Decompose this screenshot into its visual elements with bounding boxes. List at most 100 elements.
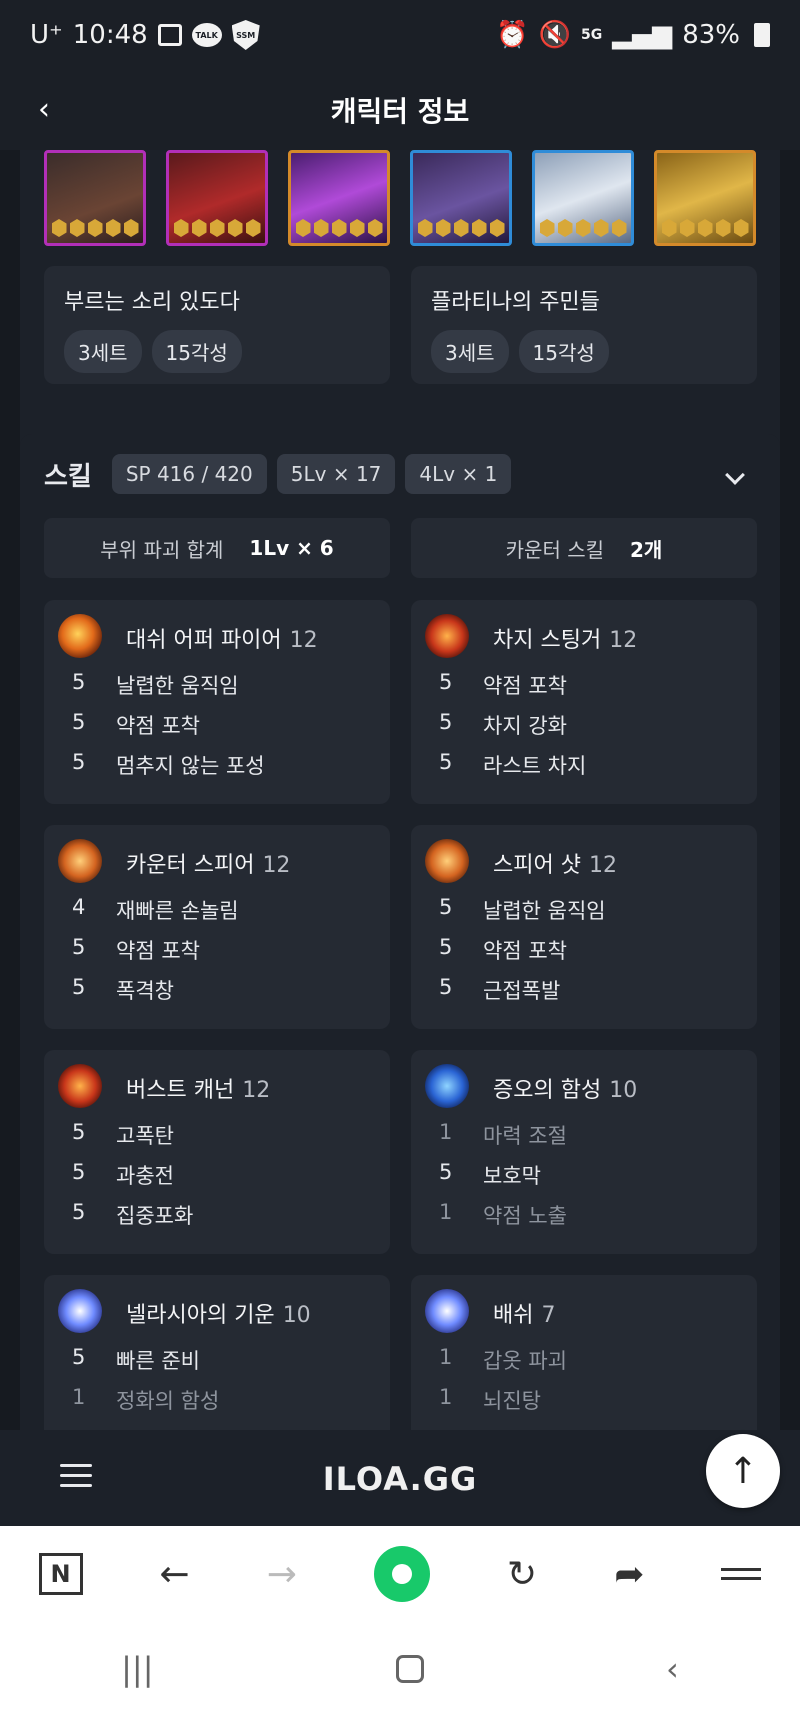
tripod-level: 5 [439, 750, 453, 774]
skill-item[interactable]: 차지 스팅거 12 5 약점 포착 5 차지 강화 5 라스트 차지 [411, 600, 757, 804]
home-icon[interactable] [395, 1655, 424, 1683]
tripod-level: 5 [439, 710, 453, 734]
set-count-chip: 3세트 [64, 330, 142, 373]
tripod-level: 1 [439, 1200, 453, 1224]
tripod-name: 날렵한 움직임 [483, 899, 606, 923]
gem-icon[interactable] [532, 150, 634, 246]
skill-item[interactable]: 대쉬 어퍼 파이어 12 5 날렵한 움직임 5 약점 포착 5 멈추지 않는 포성 [44, 600, 390, 804]
set-effect-box: 플라티나의 주민들 3세트 15각성 [411, 266, 757, 384]
skill-section-title: 스킬 [44, 461, 92, 492]
skill-level: 10 [282, 1303, 311, 1328]
tripod-level: 5 [439, 670, 453, 694]
arrow-up-icon[interactable]: ↑ [706, 1434, 780, 1508]
charge-stinger-icon [425, 614, 469, 658]
tripod-name: 재빠른 손놀림 [116, 899, 239, 923]
burst-cannon-icon [58, 1064, 102, 1108]
recent-apps-icon[interactable]: ||| [121, 1650, 153, 1688]
part-break-summary: 부위 파괴 합계 1Lv × 6 [44, 518, 390, 578]
gem-icon[interactable] [410, 150, 512, 246]
ssm-shield-icon: SSM [231, 20, 260, 50]
skill-item[interactable]: 버스트 캐넌 12 5 고폭탄 5 과충전 5 집중포화 [44, 1050, 390, 1254]
gem-icon[interactable] [654, 150, 756, 246]
tripod-name: 약점 포착 [116, 939, 200, 963]
menu-icon[interactable] [721, 1562, 762, 1586]
tripod-level: 5 [72, 1160, 86, 1184]
naver-n-icon[interactable]: N [38, 1553, 83, 1595]
tripod-level: 1 [72, 1385, 86, 1409]
skill-name: 증오의 함성 [493, 1078, 602, 1103]
skill-name: 넬라시아의 기운 [126, 1303, 275, 1328]
tripod-name: 약점 포착 [116, 714, 200, 738]
summary-label: 부위 파괴 합계 [100, 537, 224, 562]
signal-icon: ▂▄▆ [612, 20, 673, 50]
main-content[interactable]: 부르는 소리 있도다 3세트 15각성 플라티나의 주민들 3세트 15각성 스… [0, 150, 800, 1430]
tripod-level: 5 [439, 975, 453, 999]
tripod-level: 1 [439, 1120, 453, 1144]
carrier-label: U⁺ [30, 20, 63, 50]
skill-item[interactable]: 넬라시아의 기운 10 5 빠른 준비 1 정화의 함성 [44, 1275, 390, 1430]
battery-icon [754, 23, 770, 47]
gem-icon[interactable] [288, 150, 390, 246]
skill-item[interactable]: 배쉬 7 1 갑옷 파괴 1 뇌진탕 [411, 1275, 757, 1430]
set-effect-box: 부르는 소리 있도다 3세트 15각성 [44, 266, 390, 384]
skill-name: 대쉬 어퍼 파이어 [126, 628, 282, 653]
chevron-left-icon[interactable]: ‹ [38, 92, 50, 127]
tripod-level: 5 [72, 710, 86, 734]
status-bar: U⁺ 10:48 TALK SSM ⏰ 🔇 5G ▂▄▆ 83% [0, 0, 800, 70]
tripod-name: 약점 노출 [483, 1204, 567, 1228]
skill-name: 스피어 샷 [493, 853, 581, 878]
skill-item[interactable]: 카운터 스피어 12 4 재빠른 손놀림 5 약점 포착 5 폭격창 [44, 825, 390, 1029]
nav-back-icon[interactable]: ‹ [666, 1650, 679, 1688]
site-bottom-bar: ILOA.GG [0, 1430, 800, 1526]
skill-name: 버스트 캐넌 [126, 1078, 235, 1103]
tripod-level: 5 [72, 1200, 86, 1224]
set-awaken-chip: 15각성 [518, 330, 609, 373]
skill-item[interactable]: 스피어 샷 12 5 날렵한 움직임 5 약점 포착 5 근접폭발 [411, 825, 757, 1029]
tripod-name: 멈추지 않는 포성 [116, 754, 265, 778]
skill-level: 12 [588, 853, 617, 878]
gem-icon[interactable] [166, 150, 268, 246]
tripod-name: 약점 포착 [483, 674, 567, 698]
tripod-name: 갑옷 파괴 [483, 1349, 567, 1373]
site-logo[interactable]: ILOA.GG [0, 1460, 800, 1498]
skill-level: 12 [262, 853, 291, 878]
skill-name: 차지 스팅거 [493, 628, 602, 653]
network-type: 5G [580, 27, 603, 43]
skill-item[interactable]: 증오의 함성 10 1 마력 조절 5 보호막 1 약점 노출 [411, 1050, 757, 1254]
tripod-name: 약점 포착 [483, 939, 567, 963]
tripod-level: 5 [439, 895, 453, 919]
skill-name: 배쉬 [493, 1303, 534, 1328]
back-arrow-icon[interactable]: ← [160, 1554, 190, 1595]
level4-pill: 4Lv × 1 [405, 454, 512, 494]
refresh-icon[interactable]: ↻ [507, 1554, 537, 1595]
forward-arrow-icon[interactable]: → [267, 1554, 297, 1595]
sp-pill: SP 416 / 420 [111, 454, 267, 494]
summary-value: 1Lv × 6 [249, 536, 334, 560]
tripod-name: 차지 강화 [483, 714, 567, 738]
tripod-name: 고폭탄 [116, 1124, 174, 1148]
green-dot-icon[interactable] [373, 1546, 430, 1602]
skill-name: 카운터 스피어 [126, 853, 255, 878]
tripod-name: 과충전 [116, 1164, 174, 1188]
roar-of-hatred-icon [425, 1064, 469, 1108]
tripod-name: 날렵한 움직임 [116, 674, 239, 698]
level5-pill: 5Lv × 17 [276, 454, 396, 494]
summary-value: 2개 [630, 537, 663, 562]
gem-icon[interactable] [44, 150, 146, 246]
set-count-chip: 3세트 [431, 330, 509, 373]
counter-spear-icon [58, 839, 102, 883]
summary-label: 카운터 스킬 [505, 537, 605, 562]
tripod-level: 5 [72, 750, 86, 774]
page-title: 캐릭터 정보 [330, 95, 470, 128]
tripod-name: 집중포화 [116, 1204, 194, 1228]
share-icon[interactable]: ➦ [614, 1554, 644, 1595]
skill-level: 12 [609, 628, 638, 653]
set-awaken-chip: 15각성 [151, 330, 242, 373]
tripod-level: 5 [72, 935, 86, 959]
battery-percent: 83% [682, 20, 740, 50]
nellasia-energy-icon [58, 1289, 102, 1333]
tripod-name: 정화의 함성 [116, 1389, 220, 1413]
set-name: 부르는 소리 있도다 [64, 290, 240, 315]
gem-row [44, 150, 756, 246]
tripod-level: 1 [439, 1345, 453, 1369]
